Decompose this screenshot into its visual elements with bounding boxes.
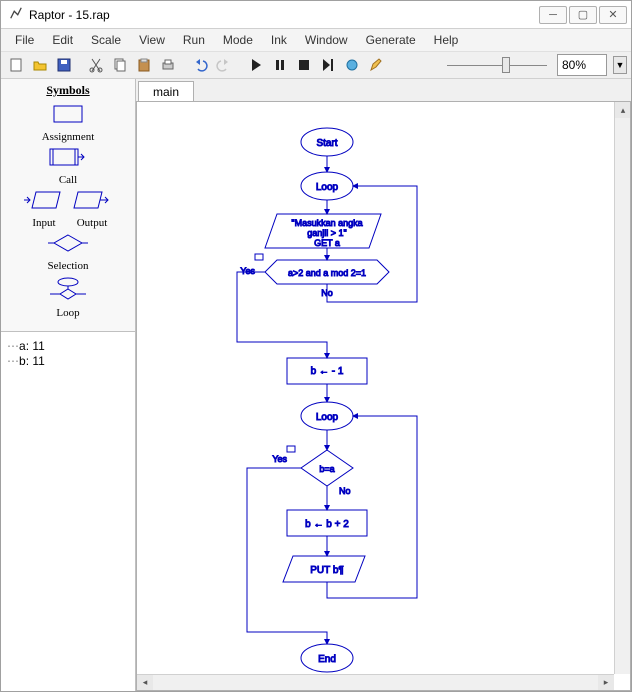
redo-button[interactable] [213,54,235,76]
window-controls: ─ ▢ ✕ [539,6,627,24]
maximize-button[interactable]: ▢ [569,6,597,24]
menu-ink[interactable]: Ink [263,31,295,49]
variable-row: b: 11 [7,354,129,368]
menu-help[interactable]: Help [426,31,467,49]
svg-text:GET a: GET a [314,238,340,248]
open-button[interactable] [29,54,51,76]
svg-text:"Masukkan angka: "Masukkan angka [291,218,362,228]
close-button[interactable]: ✕ [599,6,627,24]
speed-slider[interactable] [447,55,547,75]
svg-text:b ← - 1: b ← - 1 [311,366,344,377]
undo-button[interactable] [189,54,211,76]
menu-edit[interactable]: Edit [44,31,81,49]
svg-text:Loop: Loop [316,412,339,423]
app-window: Raptor - 15.rap ─ ▢ ✕ File Edit Scale Vi… [0,0,632,692]
svg-text:End: End [318,654,336,665]
cut-button[interactable] [85,54,107,76]
scroll-right-arrow[interactable]: ▸ [598,675,614,691]
menu-scale[interactable]: Scale [83,31,129,49]
horizontal-scrollbar[interactable]: ◂ ▸ [137,674,614,690]
svg-text:a>2 and a mod 2=1: a>2 and a mod 2=1 [288,268,366,278]
pause-button[interactable] [269,54,291,76]
symbol-output[interactable]: Output [70,190,114,229]
minimize-button[interactable]: ─ [539,6,567,24]
tab-main[interactable]: main [138,81,194,102]
stop-button[interactable] [293,54,315,76]
svg-text:b ← b + 2: b ← b + 2 [305,519,349,530]
svg-text:Yes: Yes [272,454,287,464]
paste-button[interactable] [133,54,155,76]
menu-file[interactable]: File [7,31,42,49]
symbols-title: Symbols [1,83,135,98]
svg-text:b=a: b=a [319,464,334,474]
menu-run[interactable]: Run [175,31,213,49]
symbols-panel: Symbols Assignment Call Input [1,79,135,332]
svg-text:Yes: Yes [240,266,255,276]
menu-mode[interactable]: Mode [215,31,261,49]
svg-text:Start: Start [316,138,337,149]
play-button[interactable] [245,54,267,76]
toolbar: 80% ▼ [1,52,631,79]
save-button[interactable] [53,54,75,76]
pencil-button[interactable] [365,54,387,76]
symbol-loop[interactable]: Loop [1,276,135,319]
symbol-input[interactable]: Input [22,190,66,229]
print-button[interactable] [157,54,179,76]
window-title: Raptor - 15.rap [29,8,110,22]
symbol-assignment[interactable]: Assignment [1,104,135,143]
left-pane: Symbols Assignment Call Input [1,79,136,691]
tabbar: main [136,79,631,101]
titlebar: Raptor - 15.rap ─ ▢ ✕ [1,1,631,29]
main-area: Symbols Assignment Call Input [1,79,631,691]
svg-text:Loop: Loop [316,182,339,193]
zoom-dropdown-arrow[interactable]: ▼ [613,56,627,74]
svg-text:No: No [339,486,351,496]
flowchart-canvas[interactable]: Start Loop "Masukkan angka ganjil > 1" G… [136,101,631,691]
copy-button[interactable] [109,54,131,76]
vertical-scrollbar[interactable]: ▴ [614,102,630,674]
step-button[interactable] [317,54,339,76]
menu-view[interactable]: View [131,31,173,49]
variable-row: a: 11 [7,339,129,353]
app-icon [9,6,23,23]
zoom-value: 80% [562,58,586,72]
new-button[interactable] [5,54,27,76]
flowchart-svg: Start Loop "Masukkan angka ganjil > 1" G… [137,102,617,691]
svg-text:ganjil > 1": ganjil > 1" [307,228,346,238]
breakpoint-button[interactable] [341,54,363,76]
menu-generate[interactable]: Generate [358,31,424,49]
svg-text:PUT b¶: PUT b¶ [310,565,344,576]
symbol-call[interactable]: Call [1,147,135,186]
scroll-up-arrow[interactable]: ▴ [615,102,631,118]
variables-panel: a: 11 b: 11 [1,332,135,691]
scroll-left-arrow[interactable]: ◂ [137,675,153,691]
canvas-pane: main Start Loop [136,79,631,691]
menu-window[interactable]: Window [297,31,356,49]
symbol-selection[interactable]: Selection [1,233,135,272]
menubar: File Edit Scale View Run Mode Ink Window… [1,29,631,52]
zoom-select[interactable]: 80% [557,54,607,76]
